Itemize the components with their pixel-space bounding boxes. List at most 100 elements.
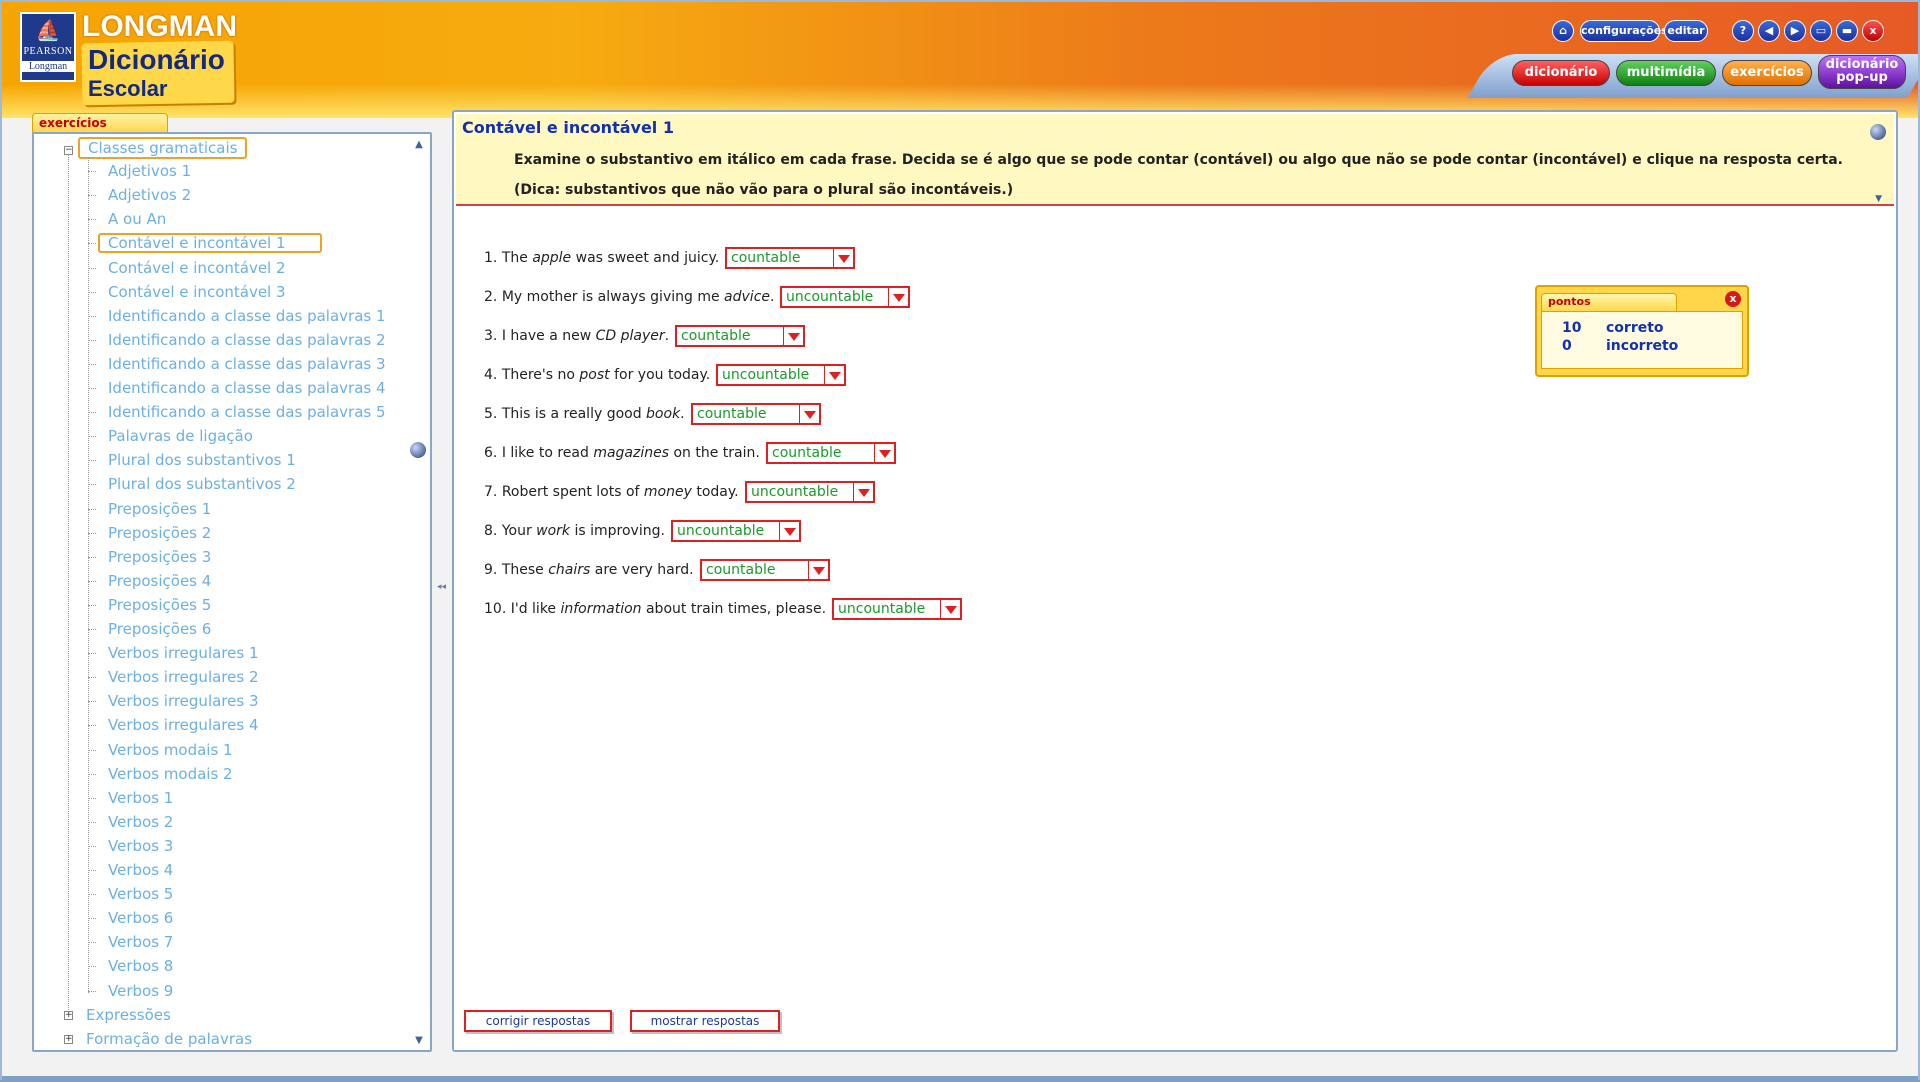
tree-item[interactable]: Contável e incontável 1 — [98, 233, 322, 254]
question-noun: money — [643, 484, 692, 500]
tree-item[interactable]: Plural dos substantivos 2 — [108, 474, 296, 494]
tree-item[interactable]: Preposições 6 — [108, 619, 211, 639]
exercise-panel: Contável e incontável 1 Examine o substa… — [452, 110, 1898, 1052]
answer-dropdown[interactable]: countable — [725, 247, 855, 269]
chevron-down-icon[interactable] — [779, 522, 799, 540]
instructions-scroll-thumb[interactable] — [1870, 124, 1886, 140]
tree-expand-icon[interactable]: + — [64, 1010, 73, 1020]
tab-dicionario-popup[interactable]: dicionário pop-up — [1818, 55, 1906, 89]
check-answers-button[interactable]: corrigir respostas — [464, 1010, 612, 1032]
close-icon[interactable]: x — [1725, 291, 1741, 307]
show-answers-button[interactable]: mostrar respostas — [630, 1010, 780, 1032]
tree-guide-dot — [88, 363, 96, 365]
scroll-up-icon[interactable]: ▲ — [414, 140, 424, 150]
tree-guide-dot — [88, 508, 96, 510]
tree-item[interactable]: Preposições 3 — [108, 547, 211, 567]
brand-subtitle-1: Dicionário — [88, 44, 225, 75]
exercise-title: Contável e incontável 1 — [462, 118, 674, 137]
tree-root-classes-gramaticais[interactable]: Classes gramaticais — [78, 137, 248, 159]
chevron-down-icon[interactable] — [783, 327, 803, 345]
tree-item[interactable]: Verbos irregulares 4 — [108, 715, 259, 735]
tree-item[interactable]: Identificando a classe das palavras 4 — [108, 378, 386, 398]
editar-button[interactable]: editar — [1664, 20, 1708, 42]
home-icon[interactable]: ⌂ — [1552, 20, 1574, 42]
tree-item[interactable]: Identificando a classe das palavras 3 — [108, 354, 386, 374]
tree-item[interactable]: Plural dos substantivos 1 — [108, 450, 296, 470]
tree-root-item[interactable]: Formação de palavras — [86, 1029, 252, 1049]
tree-item[interactable]: Verbos irregulares 1 — [108, 643, 259, 663]
answer-dropdown[interactable]: uncountable — [780, 286, 910, 308]
splitter-collapse-icon[interactable]: ◂◂ — [437, 582, 446, 592]
answer-dropdown[interactable]: uncountable — [671, 520, 801, 542]
tree-item[interactable]: A ou An — [108, 209, 166, 229]
tree-item[interactable]: Verbos 4 — [108, 860, 173, 880]
chevron-down-icon[interactable] — [808, 561, 828, 579]
instructions-scroll-down-icon[interactable]: ▼ — [1875, 194, 1882, 204]
question-number: 6. — [484, 445, 498, 461]
sidebar-scrollbar[interactable]: ▲ ▼ — [410, 140, 426, 1046]
tree-item[interactable]: Verbos irregulares 3 — [108, 691, 259, 711]
answer-dropdown[interactable]: uncountable — [745, 481, 875, 503]
tree-item[interactable]: Verbos irregulares 2 — [108, 667, 259, 687]
chevron-down-icon[interactable] — [824, 366, 844, 384]
chevron-down-icon[interactable] — [799, 405, 819, 423]
tree-item[interactable]: Verbos 1 — [108, 788, 173, 808]
tab-exercicios[interactable]: exercícios — [1722, 60, 1812, 86]
configuracoes-button[interactable]: configurações — [1580, 20, 1668, 42]
close-button[interactable]: x — [1862, 20, 1884, 42]
tree-item[interactable]: Verbos modais 1 — [108, 740, 233, 760]
answer-dropdown[interactable]: uncountable — [832, 598, 962, 620]
tree-guide-line — [88, 157, 89, 993]
tree-item[interactable]: Identificando a classe das palavras 2 — [108, 330, 386, 350]
arrow-right-icon[interactable]: ▶ — [1784, 20, 1806, 42]
answer-dropdown[interactable]: countable — [700, 559, 830, 581]
question-text: . — [680, 406, 685, 422]
answer-dropdown[interactable]: countable — [675, 325, 805, 347]
chevron-down-icon[interactable] — [853, 483, 873, 501]
tree-item[interactable]: Verbos modais 2 — [108, 764, 233, 784]
tree-item[interactable]: Verbos 9 — [108, 981, 173, 1001]
help-button[interactable]: ? — [1732, 20, 1754, 42]
tree-item[interactable]: Contável e incontável 2 — [108, 258, 286, 278]
arrow-left-icon[interactable]: ◀ — [1758, 20, 1780, 42]
score-body: 10 correto 0 incorreto — [1541, 311, 1743, 369]
tree-root-item[interactable]: Expressões — [86, 1005, 171, 1025]
question-text: My mother is always giving me — [501, 289, 725, 305]
scroll-thumb[interactable] — [410, 442, 426, 458]
tree-item[interactable]: Identificando a classe das palavras 5 — [108, 402, 386, 422]
tree-item[interactable]: Verbos 6 — [108, 908, 173, 928]
dropdown-value: countable — [681, 328, 751, 344]
tree-collapse-icon[interactable]: − — [64, 146, 73, 155]
answer-dropdown[interactable]: countable — [691, 403, 821, 425]
tree-item[interactable]: Verbos 7 — [108, 932, 173, 952]
tree-item[interactable]: Preposições 4 — [108, 571, 211, 591]
question-text: . — [664, 328, 670, 344]
tab-multimidia[interactable]: multimídia — [1616, 60, 1716, 86]
scroll-down-icon[interactable]: ▼ — [414, 1036, 424, 1046]
tree-item[interactable]: Verbos 5 — [108, 884, 173, 904]
tree-guide-dot — [88, 677, 96, 679]
tree-item[interactable]: Verbos 2 — [108, 812, 173, 832]
restore-window-icon[interactable]: ▭ — [1810, 20, 1832, 42]
answer-dropdown[interactable]: countable — [766, 442, 896, 464]
tree-item[interactable]: Palavras de ligação — [108, 426, 253, 446]
tree-item[interactable]: Identificando a classe das palavras 1 — [108, 306, 386, 326]
chevron-down-icon[interactable] — [888, 288, 908, 306]
tree-item[interactable]: Preposições 2 — [108, 523, 211, 543]
tab-dicionario[interactable]: dicionário — [1512, 60, 1610, 86]
chevron-down-icon[interactable] — [833, 249, 853, 267]
tree-item[interactable]: Contável e incontável 3 — [108, 282, 286, 302]
maximize-window-icon[interactable]: ▬ — [1836, 20, 1858, 42]
answer-dropdown[interactable]: uncountable — [716, 364, 846, 386]
tree-item[interactable]: Preposições 5 — [108, 595, 211, 615]
tree-guide-dot — [88, 966, 96, 968]
tree-guide-dot — [88, 749, 96, 751]
tree-item[interactable]: Verbos 3 — [108, 836, 173, 856]
tree-item[interactable]: Preposições 1 — [108, 499, 211, 519]
tree-item[interactable]: Adjetivos 2 — [108, 185, 191, 205]
chevron-down-icon[interactable] — [874, 444, 894, 462]
chevron-down-icon[interactable] — [940, 600, 960, 618]
tree-item[interactable]: Verbos 8 — [108, 956, 173, 976]
tree-item[interactable]: Adjetivos 1 — [108, 161, 191, 181]
tree-expand-icon[interactable]: + — [64, 1034, 73, 1044]
